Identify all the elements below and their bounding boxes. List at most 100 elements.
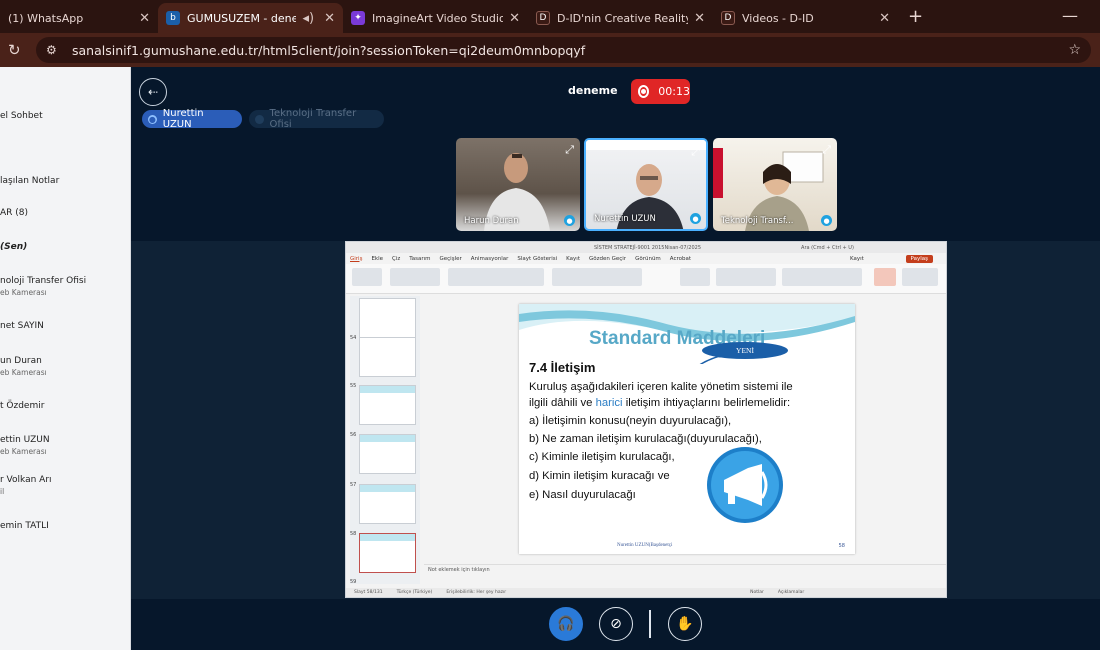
- slide-thumbnail[interactable]: [359, 298, 416, 338]
- ppt-tab[interactable]: Tasarım: [409, 256, 430, 262]
- recording-indicator[interactable]: 00:13: [631, 79, 690, 104]
- ppt-tab[interactable]: Ekle: [371, 256, 383, 262]
- ppt-tab[interactable]: Giriş: [350, 256, 362, 262]
- close-icon[interactable]: ✕: [324, 11, 335, 26]
- did-icon: D: [536, 11, 550, 25]
- reload-icon[interactable]: ↻: [8, 41, 28, 59]
- ribbon-group[interactable]: [716, 268, 776, 286]
- browser-tab-did-studio[interactable]: D D-ID'nin Creative Reality™ Stüd ✕: [528, 3, 713, 33]
- slide-thumbnail[interactable]: [359, 434, 416, 474]
- notes-toggle[interactable]: Notlar: [750, 590, 764, 595]
- ribbon-group[interactable]: [448, 268, 544, 286]
- user-item[interactable]: r Volkan Arı il: [0, 475, 52, 496]
- slide-title: 7.4 İletişim: [529, 360, 596, 375]
- slide-text-part: iletişim ihtiyaçlarını belirlemelidir:: [622, 397, 791, 409]
- video-name: Harun Duran: [464, 216, 519, 226]
- sidebar-item-label: el Sohbet: [0, 111, 43, 121]
- thumb-number: 55: [350, 383, 357, 389]
- ppt-tab[interactable]: Kayıt: [566, 256, 580, 262]
- sidebar-shared-notes[interactable]: laşılan Notlar: [0, 176, 59, 186]
- ribbon-group[interactable]: [352, 268, 382, 286]
- ribbon-group[interactable]: [874, 268, 896, 286]
- close-icon[interactable]: ✕: [509, 11, 520, 26]
- tab-title: D-ID'nin Creative Reality™ Stüd: [557, 11, 688, 25]
- user-item-self[interactable]: (Sen): [0, 242, 27, 252]
- slide-number: 58: [838, 543, 845, 549]
- new-tab-icon[interactable]: +: [908, 6, 923, 27]
- thumb-number: 56: [350, 432, 357, 438]
- browser-tab-bar: (1) WhatsApp ✕ b GUMUSUZEM - deneme - V …: [0, 0, 1100, 33]
- address-bar[interactable]: ⚙ sanalsinif1.gumushane.edu.tr/html5clie…: [36, 37, 1091, 63]
- close-icon[interactable]: ✕: [879, 11, 890, 26]
- ppt-tab[interactable]: Görünüm: [635, 256, 661, 262]
- sidebar-public-chat[interactable]: el Sohbet: [0, 111, 43, 121]
- browser-tab-imagineart[interactable]: ✦ ImagineArt Video Studio ✕: [343, 3, 528, 33]
- user-name: r Volkan Arı: [0, 475, 52, 485]
- ribbon-group[interactable]: [782, 268, 862, 286]
- comments-toggle[interactable]: Açıklamalar: [778, 590, 804, 595]
- ppt-menu: Giriş Ekle Çiz Tasarım Geçişler Animasyo…: [346, 253, 946, 264]
- user-item[interactable]: un Duran eb Kamerası: [0, 356, 47, 377]
- ribbon-group[interactable]: [680, 268, 710, 286]
- microphone-icon: ●: [148, 114, 157, 124]
- status-text: Türkçe (Türkiye): [396, 590, 433, 595]
- ppt-tab[interactable]: Gözden Geçir: [589, 256, 626, 262]
- user-item[interactable]: emin TATLI: [0, 521, 49, 531]
- ppt-tab[interactable]: Geçişler: [440, 256, 462, 262]
- minimize-icon[interactable]: —: [1062, 6, 1078, 25]
- slide-text-highlight: harici: [595, 397, 623, 409]
- user-item[interactable]: ettin UZUN eb Kamerası: [0, 435, 50, 456]
- expand-icon[interactable]: ⤢: [822, 143, 831, 157]
- ppt-search[interactable]: Ara (Cmd + Ctrl + U): [801, 245, 854, 251]
- user-status: eb Kamerası: [0, 368, 47, 377]
- slide-thumbnail[interactable]: [359, 484, 416, 524]
- ribbon-group[interactable]: [390, 268, 440, 286]
- ppt-tab[interactable]: Acrobat: [670, 256, 691, 262]
- browser-tab-did-videos[interactable]: D Videos - D-ID ✕: [713, 3, 898, 33]
- site-settings-icon[interactable]: ⚙: [46, 43, 62, 57]
- talking-indicator[interactable]: Teknoloji Transfer Ofisi: [249, 108, 384, 130]
- slide-thumbnail[interactable]: [359, 337, 416, 377]
- slide-thumbnail-current[interactable]: [359, 533, 416, 573]
- expand-icon[interactable]: ⤢: [565, 143, 574, 157]
- expand-icon[interactable]: ⤢: [691, 145, 700, 159]
- hand-icon: ✋: [676, 616, 694, 632]
- thumb-number: 57: [350, 482, 357, 488]
- video-tile[interactable]: ⤢ Harun Duran ●: [456, 138, 580, 231]
- video-tile[interactable]: ⤢ Teknoloji Transf... ●: [713, 138, 837, 231]
- slide-thumbnails: 54 55 56 57 58 59: [350, 296, 420, 585]
- microphone-icon: ●: [821, 215, 832, 226]
- audio-button[interactable]: 🎧: [549, 607, 583, 641]
- ppt-tab[interactable]: Çiz: [392, 256, 400, 262]
- browser-tab-gumusuzem[interactable]: b GUMUSUZEM - deneme - V ◂) ✕: [158, 3, 343, 33]
- screenshare-powerpoint[interactable]: SİSTEM STRATEJİ-9001 2015Nisan-07/2025 Ar…: [345, 241, 947, 598]
- camera-button[interactable]: ⊘: [599, 607, 633, 641]
- browser-tab-whatsapp[interactable]: (1) WhatsApp ✕: [0, 3, 158, 33]
- controls-divider: [649, 610, 651, 638]
- ribbon-group[interactable]: [902, 268, 938, 286]
- slide-thumbnail[interactable]: [359, 385, 416, 425]
- close-icon[interactable]: ✕: [139, 11, 150, 26]
- user-item[interactable]: t Özdemir: [0, 401, 44, 411]
- ribbon-group[interactable]: [552, 268, 642, 286]
- ppt-tab[interactable]: Animasyonlar: [471, 256, 509, 262]
- ppt-share-button[interactable]: Paylaş: [905, 255, 933, 263]
- camera-off-icon: ⊘: [610, 616, 622, 632]
- speaker-icon[interactable]: ◂): [302, 11, 314, 26]
- user-name: un Duran: [0, 356, 42, 366]
- user-item[interactable]: noloji Transfer Ofisi eb Kamerası: [0, 276, 86, 297]
- bookmark-star-icon[interactable]: ☆: [1068, 42, 1081, 58]
- headphones-icon: 🎧: [557, 616, 575, 632]
- ppt-tab[interactable]: Slayt Gösterisi: [517, 256, 557, 262]
- close-icon[interactable]: ✕: [694, 11, 705, 26]
- tab-title: ImagineArt Video Studio: [372, 11, 504, 25]
- talking-indicator[interactable]: ● Nurettin UZUN: [142, 108, 242, 130]
- user-item[interactable]: net SAYIN: [0, 321, 44, 331]
- raise-hand-button[interactable]: ✋: [668, 607, 702, 641]
- video-tile[interactable]: ⤢ Nurettin UZUN ●: [584, 138, 708, 231]
- leave-meeting-button[interactable]: ⇠: [139, 78, 167, 106]
- ppt-record-button[interactable]: Kayıt: [850, 256, 864, 262]
- slide-list-item: e) Nasıl duyurulacağı: [529, 489, 636, 501]
- user-status: eb Kamerası: [0, 447, 47, 456]
- notes-pane[interactable]: Not eklemek için tıklayın: [424, 564, 946, 574]
